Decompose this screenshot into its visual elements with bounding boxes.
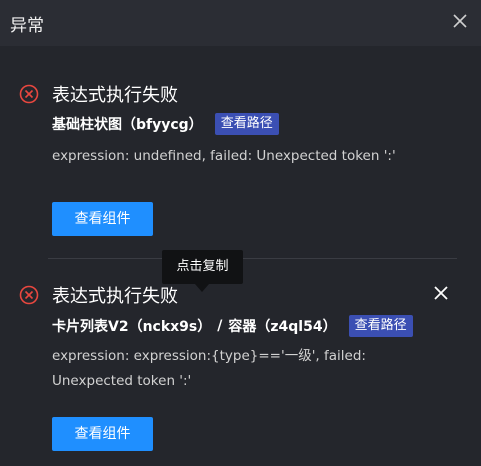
error-message: expression: undefined, failed: Unexpecte… — [52, 148, 396, 164]
view-component-button[interactable]: 查看组件 — [52, 202, 153, 236]
exception-panel: 异常 表达式执行失败 基础柱状图（bfyycg） 查看路径 expression… — [0, 0, 481, 466]
tooltip-arrow — [195, 284, 209, 292]
error-circle-icon — [19, 84, 39, 104]
error-message-line: expression: expression:{type}=='一级', fai… — [52, 348, 366, 364]
error-circle-icon — [19, 285, 39, 305]
error-title: 表达式执行失败 — [52, 85, 178, 106]
error-source: 卡片列表V2（nckx9s） / 容器（z4ql54） 查看路径 — [52, 315, 413, 337]
view-path-button[interactable]: 查看路径 — [214, 113, 279, 135]
error-title: 表达式执行失败 — [52, 286, 178, 307]
container-name: 容器（z4ql54） — [228, 319, 337, 335]
error-message-line: Unexpected token ':' — [52, 373, 192, 389]
error-item: 表达式执行失败 卡片列表V2（nckx9s） / 容器（z4ql54） 查看路径… — [0, 258, 481, 466]
panel-header: 异常 — [0, 0, 481, 46]
error-source: 基础柱状图（bfyycg） 查看路径 — [52, 113, 279, 135]
error-message: expression: expression:{type}=='一级', fai… — [52, 344, 452, 394]
panel-title: 异常 — [10, 16, 44, 36]
view-component-button[interactable]: 查看组件 — [52, 417, 153, 451]
view-path-button[interactable]: 查看路径 — [348, 315, 413, 337]
copy-tooltip: 点击复制 — [162, 250, 243, 284]
close-icon[interactable] — [432, 284, 450, 302]
close-icon[interactable] — [450, 11, 470, 31]
error-item: 表达式执行失败 基础柱状图（bfyycg） 查看路径 expression: u… — [0, 46, 481, 258]
component-name: 基础柱状图（bfyycg） — [52, 117, 203, 133]
path-separator: / — [217, 318, 223, 334]
component-name: 卡片列表V2（nckx9s） — [52, 319, 212, 335]
